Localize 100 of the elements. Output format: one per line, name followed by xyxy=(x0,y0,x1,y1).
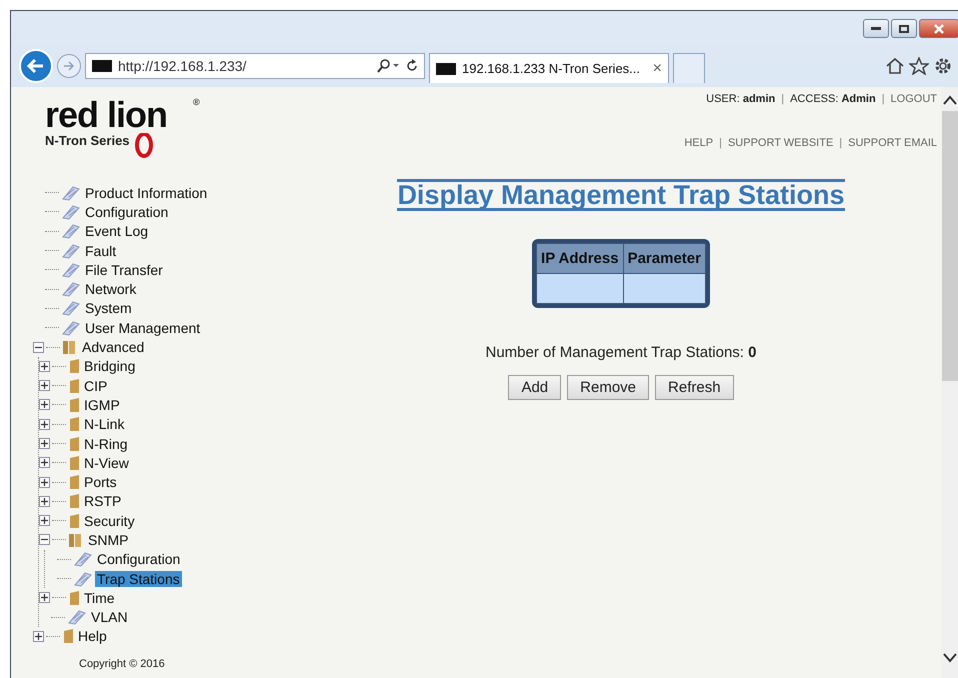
document-icon xyxy=(61,242,81,259)
tree-item[interactable]: Help xyxy=(76,628,109,644)
scrollbar[interactable] xyxy=(941,87,958,678)
tree-item[interactable]: N-View xyxy=(82,454,131,471)
user-text: USER: admin xyxy=(706,93,776,105)
expand-toggle[interactable] xyxy=(39,360,50,372)
folder-icon xyxy=(68,378,80,394)
copyright-text: Copyright © 2016 xyxy=(79,658,166,670)
plus-icon xyxy=(41,420,48,428)
logout-link[interactable]: LOGOUT xyxy=(890,93,937,105)
home-icon[interactable] xyxy=(885,57,905,75)
back-button[interactable] xyxy=(19,49,53,83)
search-icon[interactable] xyxy=(376,59,400,73)
tree-item[interactable]: System xyxy=(83,300,134,316)
plus-icon xyxy=(41,517,48,524)
expand-toggle[interactable] xyxy=(39,438,50,449)
expand-toggle[interactable] xyxy=(39,515,50,526)
tree-item[interactable]: VLAN xyxy=(89,609,130,626)
back-arrow-icon xyxy=(27,58,45,74)
support-website-link[interactable]: SUPPORT WEBSITE xyxy=(728,137,834,149)
page-title: Display Management Trap Stations xyxy=(397,179,845,211)
support-email-link[interactable]: SUPPORT EMAIL xyxy=(848,137,937,149)
tree-item[interactable]: Time xyxy=(82,590,117,606)
tree-item[interactable]: SNMP xyxy=(86,532,130,548)
document-icon xyxy=(61,223,81,240)
tree-item[interactable]: Network xyxy=(83,281,138,298)
tree-item[interactable]: Configuration xyxy=(83,204,170,220)
star-icon[interactable] xyxy=(909,57,929,75)
tree-item[interactable]: Bridging xyxy=(82,358,138,374)
plus-icon xyxy=(41,594,48,602)
tree-item[interactable]: Configuration xyxy=(95,551,182,568)
browser-tab[interactable]: 192.168.1.233 N-Tron Series... × xyxy=(429,53,669,83)
tree-item[interactable]: Security xyxy=(82,512,137,529)
expand-toggle[interactable] xyxy=(39,476,50,488)
site-favicon xyxy=(436,62,456,74)
expand-toggle[interactable] xyxy=(39,399,50,410)
folder-icon xyxy=(68,512,80,529)
tree-item[interactable]: N-Ring xyxy=(82,436,130,452)
action-button[interactable]: Add xyxy=(508,375,562,400)
folder-icon xyxy=(68,396,80,413)
separator: | xyxy=(719,137,722,149)
column-header: Parameter xyxy=(623,244,706,274)
minimize-button[interactable] xyxy=(863,19,889,38)
tree-item[interactable]: IGMP xyxy=(82,396,122,413)
folder-icon xyxy=(62,339,78,356)
scroll-down-icon[interactable] xyxy=(943,653,957,663)
tree-item[interactable]: File Transfer xyxy=(83,262,165,278)
maximize-button[interactable] xyxy=(891,19,917,38)
tree-item[interactable]: RSTP xyxy=(82,493,124,510)
plus-icon xyxy=(35,632,42,640)
folder-icon xyxy=(68,590,80,606)
tree-item[interactable]: N-Link xyxy=(82,416,126,432)
plus-icon xyxy=(41,478,48,486)
tree-item[interactable]: Ports xyxy=(82,474,119,490)
settings-icon[interactable] xyxy=(933,56,953,76)
refresh-icon[interactable] xyxy=(406,59,418,73)
column-header: IP Address xyxy=(536,244,624,274)
expand-toggle[interactable] xyxy=(33,630,44,642)
separator: | xyxy=(781,93,784,105)
address-text: http://192.168.1.233/ xyxy=(118,58,246,74)
access-text: ACCESS: Admin xyxy=(790,93,876,105)
document-icon xyxy=(61,184,81,201)
tree-item[interactable]: Event Log xyxy=(83,223,150,240)
tree-item[interactable]: CIP xyxy=(82,378,110,394)
collapse-toggle[interactable] xyxy=(39,534,50,546)
tree-item[interactable]: Trap Stations xyxy=(95,570,182,587)
help-link[interactable]: HELP xyxy=(684,137,714,149)
logo: red lion N-Tron Series ® xyxy=(45,93,215,163)
folder-icon xyxy=(68,454,80,471)
minimize-icon xyxy=(871,26,881,30)
scrollbar-thumb[interactable] xyxy=(942,111,958,381)
maximize-icon xyxy=(899,24,909,32)
folder-icon xyxy=(68,416,80,432)
folder-icon xyxy=(68,493,80,510)
action-button[interactable]: Refresh xyxy=(655,375,734,400)
tree-item[interactable]: User Management xyxy=(83,320,202,336)
expand-toggle[interactable] xyxy=(39,496,50,507)
tree-item[interactable]: Product Information xyxy=(83,184,210,201)
collapse-toggle[interactable] xyxy=(33,342,44,353)
separator: | xyxy=(882,93,885,105)
tab-title: 192.168.1.233 N-Tron Series... xyxy=(462,61,640,76)
action-button[interactable]: Remove xyxy=(567,375,650,400)
plus-icon xyxy=(41,382,48,390)
close-button[interactable] xyxy=(919,19,958,38)
address-field[interactable]: http://192.168.1.233/ xyxy=(85,53,425,79)
document-icon xyxy=(61,204,81,220)
document-icon xyxy=(61,281,81,298)
plus-icon xyxy=(41,459,48,466)
plus-icon xyxy=(41,401,48,408)
station-count-text: Number of Management Trap Stations: 0 xyxy=(486,344,756,361)
separator: | xyxy=(839,137,842,149)
tab-close-button[interactable]: × xyxy=(652,60,662,78)
tree-item[interactable]: Fault xyxy=(83,242,118,259)
expand-toggle[interactable] xyxy=(39,457,50,468)
expand-toggle[interactable] xyxy=(39,592,50,604)
scroll-up-icon[interactable] xyxy=(943,95,957,105)
tree-item[interactable]: Advanced xyxy=(80,339,146,356)
forward-arrow-icon xyxy=(63,60,75,72)
expand-toggle[interactable] xyxy=(39,418,50,430)
expand-toggle[interactable] xyxy=(39,380,50,392)
